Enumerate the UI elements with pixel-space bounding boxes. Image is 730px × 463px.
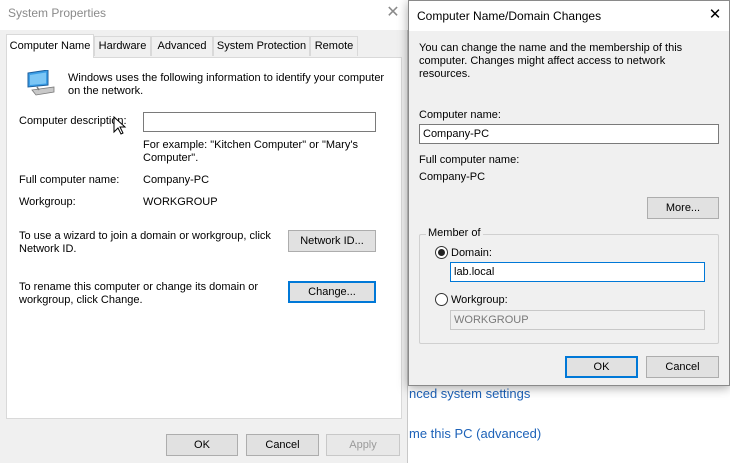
- dialog-cancel-button[interactable]: Cancel: [646, 356, 719, 378]
- full-computer-name-value: Company-PC: [143, 174, 210, 186]
- rename-this-pc-advanced-link[interactable]: me this PC (advanced): [409, 426, 541, 441]
- network-id-button[interactable]: Network ID...: [288, 230, 376, 252]
- computer-description-label: Computer description:: [19, 115, 127, 127]
- dialog-title: Computer Name/Domain Changes: [417, 9, 602, 23]
- workgroup-label: Workgroup:: [19, 196, 76, 208]
- tab-hardware[interactable]: Hardware: [94, 36, 151, 56]
- tab-computer-name[interactable]: Computer Name: [6, 34, 94, 58]
- intro-text: Windows uses the following information t…: [68, 72, 385, 97]
- rename-text: To rename this computer or change its do…: [19, 281, 259, 306]
- computer-icon: [27, 70, 55, 96]
- domain-input[interactable]: lab.local: [450, 262, 705, 282]
- computer-name-tab-page: Windows uses the following information t…: [6, 57, 402, 419]
- dialog-full-computer-name-label: Full computer name:: [419, 154, 520, 166]
- workgroup-value: WORKGROUP: [143, 196, 218, 208]
- title-bar: System Properties ✕: [0, 0, 408, 30]
- tab-remote[interactable]: Remote: [310, 36, 358, 56]
- advanced-system-settings-link[interactable]: nced system settings: [409, 386, 530, 401]
- example-text: For example: "Kitchen Computer" or "Mary…: [143, 139, 358, 164]
- tab-advanced[interactable]: Advanced: [151, 36, 213, 56]
- computer-name-label: Computer name:: [419, 109, 501, 121]
- close-icon[interactable]: ✕: [705, 5, 725, 25]
- dialog-workgroup-label: Workgroup:: [451, 294, 508, 306]
- window-title: System Properties: [8, 6, 107, 20]
- computer-name-domain-changes-dialog: Computer Name/Domain Changes ✕ You can c…: [408, 0, 730, 386]
- dialog-ok-button[interactable]: OK: [565, 356, 638, 378]
- more-button[interactable]: More...: [647, 197, 719, 219]
- cancel-button[interactable]: Cancel: [246, 434, 319, 456]
- full-computer-name-label: Full computer name:: [19, 174, 120, 186]
- dialog-full-computer-name-value: Company-PC: [419, 171, 486, 183]
- member-of-label: Member of: [426, 227, 483, 239]
- change-button[interactable]: Change...: [288, 281, 376, 303]
- apply-button[interactable]: Apply: [326, 434, 400, 456]
- tab-system-protection[interactable]: System Protection: [213, 36, 310, 56]
- computer-description-input[interactable]: [143, 112, 376, 132]
- wizard-text: To use a wizard to join a domain or work…: [19, 230, 271, 255]
- close-icon[interactable]: ✕: [383, 2, 403, 24]
- dialog-intro-text: You can change the name and the membersh…: [419, 42, 683, 80]
- computer-name-input[interactable]: Company-PC: [419, 124, 719, 144]
- system-properties-window: System Properties ✕ Computer Name Hardwa…: [0, 0, 408, 463]
- domain-radio[interactable]: [435, 246, 448, 259]
- workgroup-radio[interactable]: [435, 293, 448, 306]
- dialog-title-bar: Computer Name/Domain Changes ✕: [409, 1, 729, 31]
- mouse-cursor-icon: [113, 116, 127, 135]
- ok-button[interactable]: OK: [166, 434, 238, 456]
- workgroup-input[interactable]: WORKGROUP: [450, 310, 705, 330]
- domain-label: Domain:: [451, 247, 492, 259]
